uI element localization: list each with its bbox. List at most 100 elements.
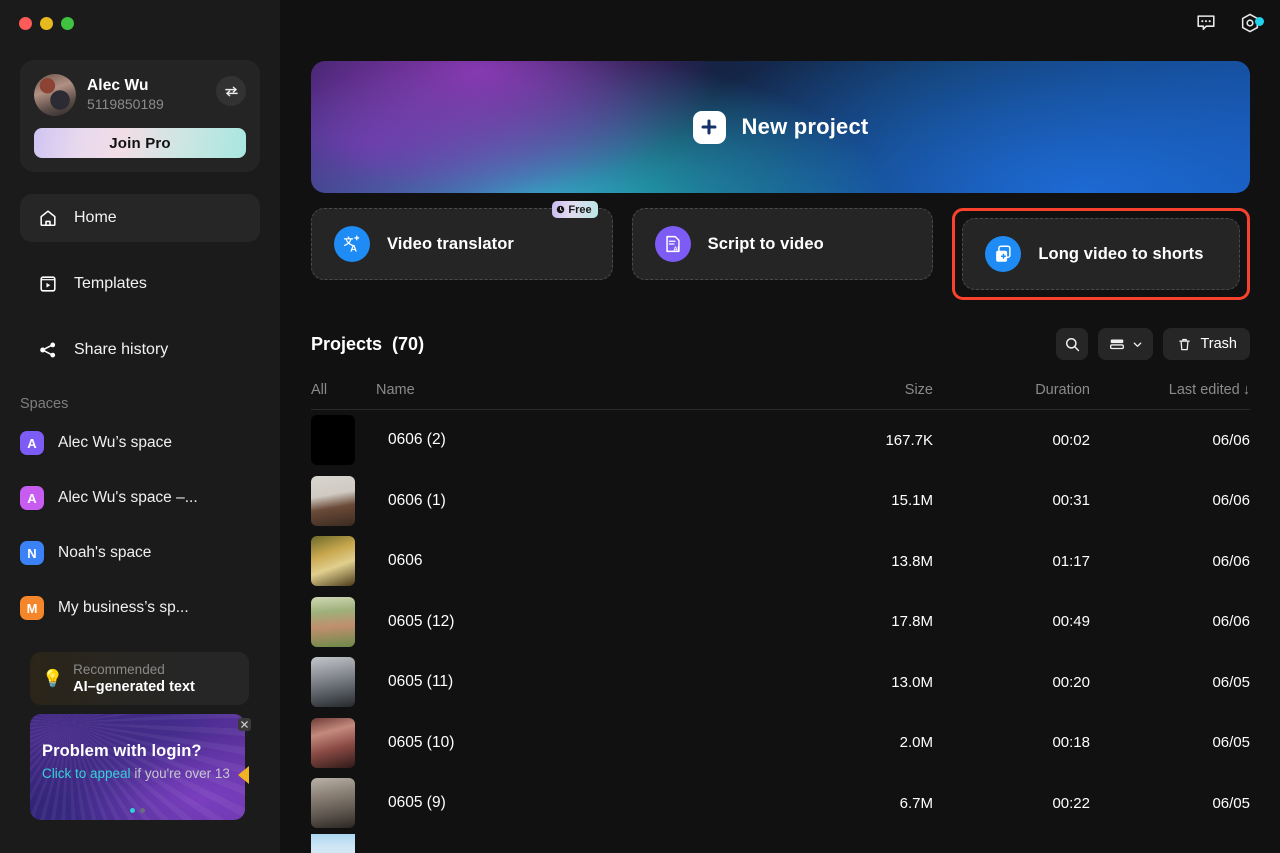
sidebar-item-label: Share history [74,341,169,358]
promo-link[interactable]: Click to appeal [42,766,131,781]
maximize-window-button[interactable] [61,16,74,30]
minimize-window-button[interactable] [40,16,53,30]
notification-dot [1255,17,1264,26]
close-window-button[interactable] [19,16,32,30]
user-card[interactable]: Alec Wu 5119850189 Join Pro [20,60,260,172]
project-last-edited: 06/05 [1212,734,1250,752]
trash-icon [1179,338,1191,350]
sidebar-item-templates[interactable]: Templates [20,260,260,308]
project-size: 13.0M [891,673,933,691]
topbar [280,0,1280,46]
table-header: All Name Size Duration Last edited ↓ [311,380,1250,410]
space-avatar: N [20,541,44,565]
project-duration: 00:31 [1052,492,1090,510]
recommended-eyebrow: Recommended [73,661,165,677]
project-last-edited: 06/06 [1212,492,1250,510]
table-row[interactable]: 0605 (12) 17.8M 00:49 06/06 [311,592,1250,653]
space-item-alec-wu-alt[interactable]: A Alec Wu's space –... [0,479,280,517]
project-name: 0606 [388,552,423,570]
table-row[interactable]: 0606 13.8M 01:17 06/06 [311,531,1250,592]
feature-card-video-translator[interactable]: 文 A Video translator Free [311,201,613,280]
table-row[interactable]: 0605 (10) 2.0M 00:18 06/05 [311,713,1250,774]
column-header-duration[interactable]: Duration [955,382,1120,398]
table-row[interactable]: 0606 (2) 167.7K 00:02 06/06 [311,410,1250,471]
space-item-my-business[interactable]: M My business’s sp... [0,589,280,627]
space-label: Alec Wu's space –... [58,489,198,506]
feature-cards: 文 A Video translator Free AI Script to v… [311,201,1251,300]
project-last-edited: 06/06 [1212,552,1250,570]
svg-text:A: A [350,243,357,254]
user-info: Alec Wu 5119850189 [34,74,246,116]
search-button[interactable] [1056,328,1089,360]
table-row-partial[interactable] [311,833,1250,853]
space-item-alec-wu[interactable]: A Alec Wu’s space [0,424,280,462]
project-thumbnail [311,475,355,526]
feature-card-long-video-to-shorts[interactable]: Long video to shorts [962,218,1241,290]
column-header-last-edited[interactable]: Last edited ↓ [1120,382,1250,398]
lightbulb-icon: 💡 [42,668,64,688]
table-row[interactable]: 0605 (9) 6.7M 00:22 06/05 [311,773,1250,834]
sidebar: Alec Wu 5119850189 Join Pro Home Templat… [0,0,280,853]
window-controls [0,0,280,46]
thumbnail-cell [311,717,376,768]
carousel-dot[interactable] [140,808,145,813]
thumbnail-cell [311,475,376,526]
home-icon [38,208,58,228]
column-header-size[interactable]: Size [805,382,955,398]
projects-header: Projects (70) Trash [311,328,1250,360]
project-thumbnail [311,717,355,768]
main-content: New project 文 A Video translator Free AI… [280,0,1280,853]
project-duration: 00:49 [1052,613,1090,631]
join-pro-button[interactable]: Join Pro [34,128,246,158]
space-item-noah[interactable]: N Noah's space [0,534,280,572]
project-duration: 00:20 [1052,673,1090,691]
project-thumbnail [311,657,355,708]
projects-count: (70) [392,333,425,354]
sidebar-item-home[interactable]: Home [20,194,260,242]
promo-content: Problem with login? Click to appeal if y… [30,714,245,783]
trash-button[interactable]: Trash [1163,328,1250,360]
thumbnail-cell [311,778,376,829]
swap-arrows-icon [224,86,238,96]
chevron-down-icon [1134,341,1142,347]
thumbnail-cell [311,415,376,466]
feature-card-highlight-outline: Long video to shorts [952,208,1251,300]
promo-subtitle: Click to appeal if you're over 13 [42,765,233,783]
free-badge-label: Free [568,203,592,216]
feature-card-label: Script to video [707,234,824,253]
view-mode-button[interactable] [1098,328,1154,360]
column-header-all[interactable]: All [311,382,376,398]
table-row[interactable]: 0605 (11) 13.0M 00:20 06/05 [311,652,1250,713]
switch-account-button[interactable] [216,76,246,106]
translate-icon: 文 A [334,226,370,262]
user-id: 5119850189 [87,96,164,113]
new-project-cta: New project [311,61,1250,193]
carousel-dot[interactable] [130,808,135,813]
space-avatar: A [20,431,44,455]
promo-next-button[interactable] [238,766,249,784]
promo-banner[interactable]: Problem with login? Click to appeal if y… [30,714,245,820]
sidebar-item-share-history[interactable]: Share history [20,326,260,374]
project-name: 0606 (1) [388,491,446,509]
share-icon [38,340,58,360]
project-last-edited: 06/06 [1212,431,1250,449]
project-last-edited: 06/06 [1212,613,1250,631]
new-project-banner[interactable]: New project [311,61,1250,193]
column-header-name[interactable]: Name [376,382,805,398]
thumbnail-cell [311,536,376,587]
recommended-text: Recommended AI–generated text [73,661,195,697]
space-avatar: M [20,596,44,620]
promo-close-button[interactable] [238,718,251,731]
clock-icon [557,205,565,214]
feedback-button[interactable] [1194,11,1218,35]
new-project-label: New project [741,114,869,139]
feature-card-label: Video translator [387,234,514,253]
feature-card-script-to-video[interactable]: AI Script to video [631,208,934,280]
table-row[interactable]: 0606 (1) 15.1M 00:31 06/06 [311,471,1250,532]
project-duration: 01:17 [1052,552,1090,570]
plus-icon [692,110,726,144]
recommended-ai-text-item[interactable]: 💡 Recommended AI–generated text [30,652,249,705]
project-thumbnail [311,778,355,829]
project-name: 0605 (10) [388,733,455,751]
sort-descending-icon: ↓ [1242,381,1250,398]
